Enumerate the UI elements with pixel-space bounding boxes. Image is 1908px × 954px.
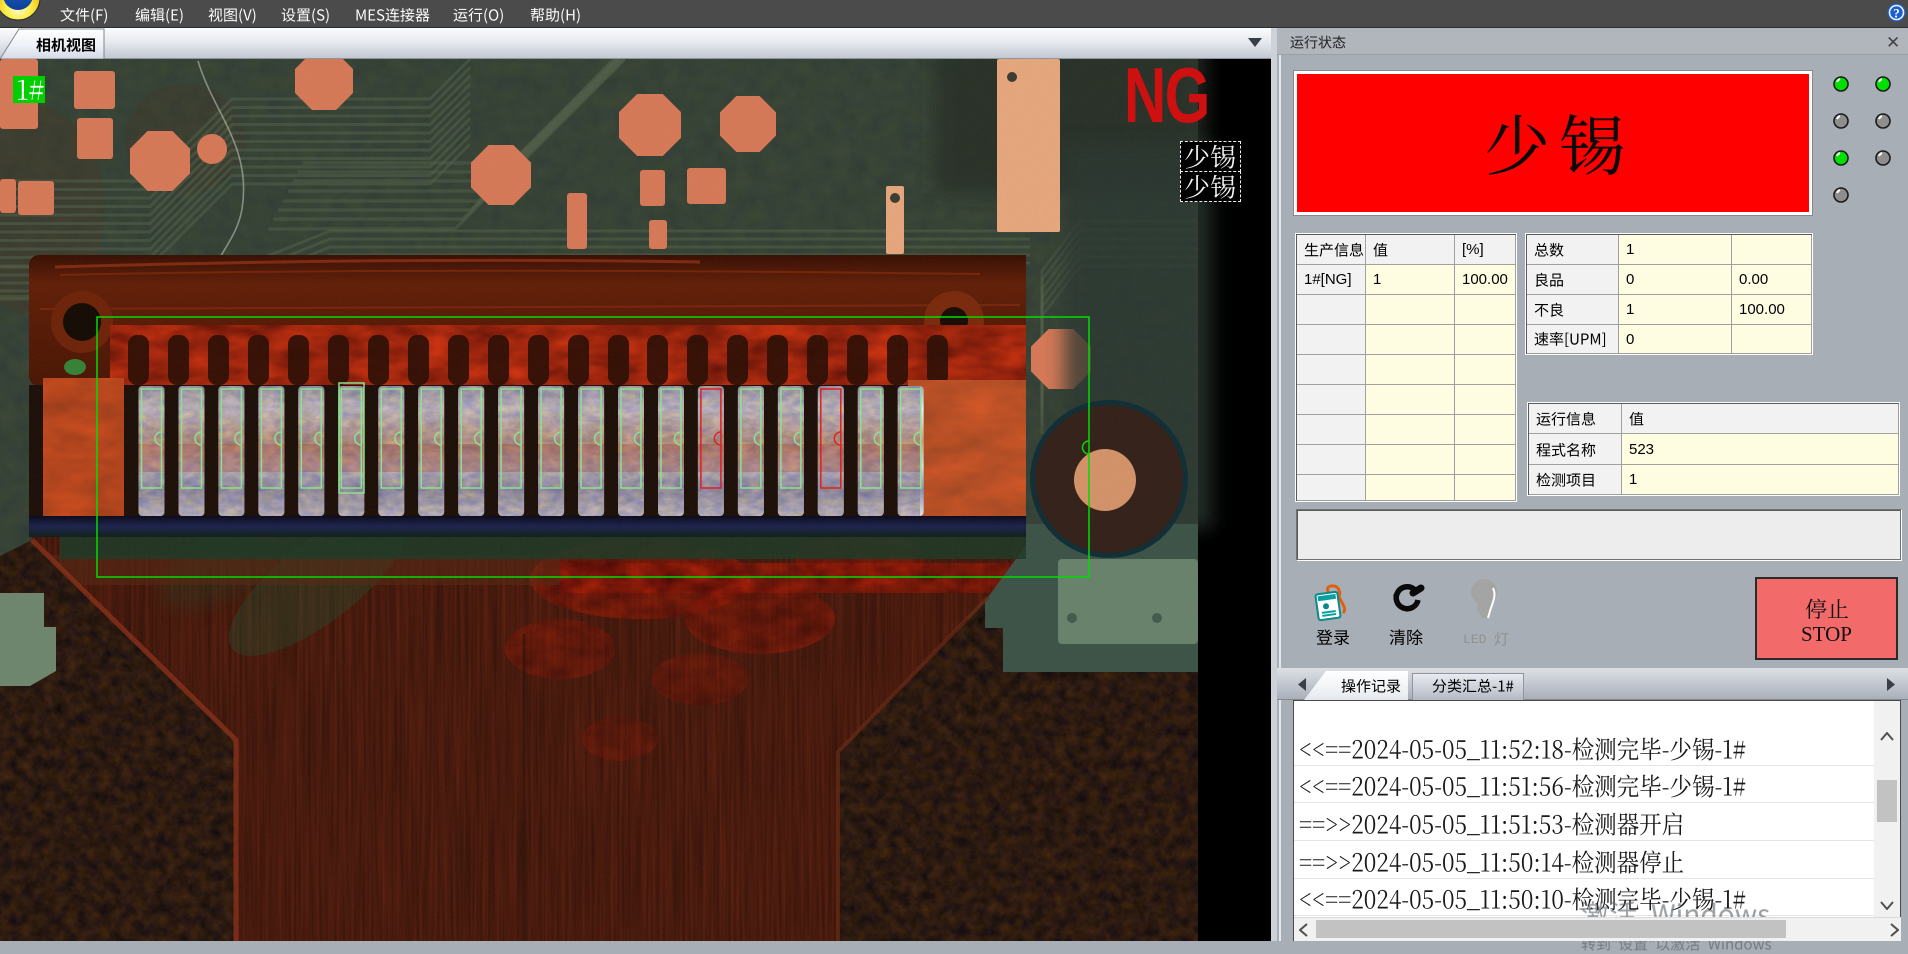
svg-text:?: ? — [1893, 6, 1900, 21]
